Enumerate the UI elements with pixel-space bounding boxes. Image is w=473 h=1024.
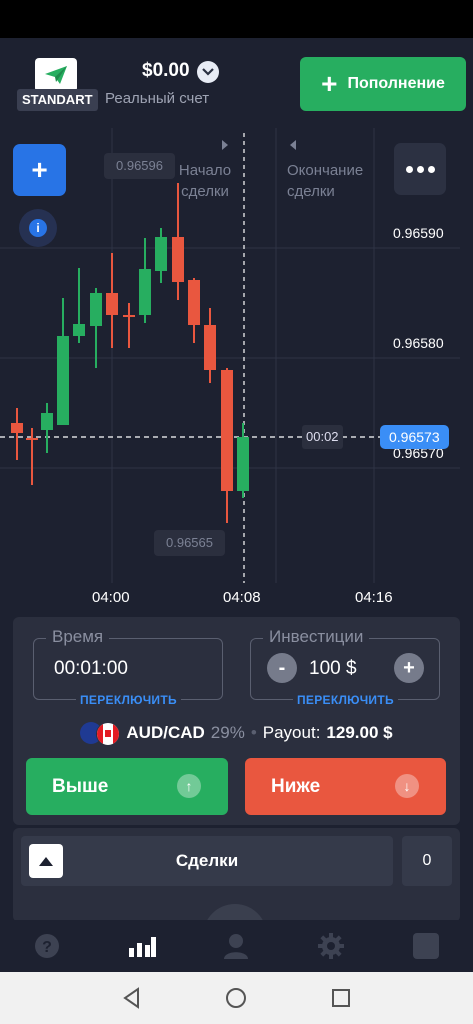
candle-body [90,293,102,326]
trade-start-label: Начало сделки [178,162,232,200]
lower-button[interactable]: Ниже ↓ [245,758,446,815]
candle-body [41,413,53,430]
info-button[interactable]: i [19,209,57,247]
separator-dot: • [250,723,257,742]
app-header: STANDART $0.00 Реальный счет + Пополнени… [0,38,473,128]
system-nav-bar [0,972,473,1024]
bottom-nav: ? [0,920,473,972]
low-price-tag: 0.96565 [154,530,225,556]
price-axis-label: 0.96580 [393,335,444,351]
nav-settings[interactable] [284,920,379,972]
deposit-label: Пополнение [347,75,445,92]
time-value[interactable]: 00:01:00 [54,658,128,680]
recents-icon[interactable] [330,987,352,1009]
increase-button[interactable]: + [394,653,424,683]
price-chart[interactable]: + i Начало сделки Окончание сделки 0.965… [0,128,473,613]
settings-icon [318,933,345,959]
investment-switch-link[interactable]: ПЕРЕКЛЮЧИТЬ [293,693,398,707]
candle-body [106,293,118,315]
payout-label: Payout: [262,723,321,742]
current-price-badge: 0.96573 [380,425,449,449]
help-icon: ? [35,934,60,958]
chart-icon [128,937,156,957]
trade-panel: Время 00:01:00 ПЕРЕКЛЮЧИТЬ Инвестиции - … [13,617,460,825]
balance-value[interactable]: $0.00 [142,60,190,82]
arrow-down-icon: ↓ [395,774,419,798]
more-options-button[interactable] [394,143,446,195]
higher-button[interactable]: Выше ↑ [26,758,228,815]
time-switch-link[interactable]: ПЕРЕКЛЮЧИТЬ [76,693,181,707]
nav-profile[interactable] [189,920,284,972]
nav-square[interactable] [378,920,473,972]
paper-plane-icon [45,66,67,84]
candle-body [172,237,184,282]
candle-body [26,438,38,440]
deals-label: Сделки [175,851,239,870]
square-icon [412,933,439,959]
balance-dropdown-button[interactable] [197,61,219,83]
back-icon[interactable] [121,987,143,1009]
account-type-badge: STANDART [17,89,98,111]
investment-legend: Инвестиции [263,627,370,647]
deals-toggle-button[interactable] [29,844,63,878]
nav-chart[interactable] [95,920,190,972]
add-button[interactable]: + [13,144,66,196]
start-marker-icon [222,140,228,150]
time-legend: Время [46,627,110,647]
asset-name: AUD/CAD [126,723,205,742]
decrease-button[interactable]: - [267,653,297,683]
investment-field[interactable]: Инвестиции - 100 $ + ПЕРЕКЛЮЧИТЬ [250,627,440,707]
deals-bar[interactable]: Сделки [21,836,393,886]
candle-body [155,237,167,271]
candle-body [123,315,135,317]
triangle-up-icon [39,856,53,866]
investment-value[interactable]: 100 $ [309,658,357,680]
higher-label: Выше [52,775,109,797]
candle-body [57,336,69,425]
asset-flags [80,722,121,746]
time-field[interactable]: Время 00:01:00 ПЕРЕКЛЮЧИТЬ [33,627,223,707]
lower-label: Ниже [271,775,321,797]
nav-help[interactable]: ? [0,920,95,972]
payout-value: 129.00 $ [326,723,393,742]
deals-count: 0 [402,836,452,886]
canada-flag-icon [96,722,121,746]
account-name: Реальный счет [105,90,210,107]
time-axis-label: 04:08 [223,589,261,606]
end-marker-icon [290,140,296,150]
deals-panel: Сделки 0 [13,828,460,922]
time-axis-label: 04:16 [355,589,393,606]
info-icon: i [29,219,47,237]
home-icon[interactable] [224,986,248,1010]
plus-icon: + [321,68,338,99]
chevron-down-icon [202,68,214,76]
candle-body [73,324,85,336]
time-axis-label: 04:00 [92,589,130,606]
trade-end-label: Окончание сделки [287,162,364,200]
candle-body [11,423,23,433]
user-icon [224,934,249,959]
candle-body [188,280,200,325]
price-axis-label: 0.96590 [393,225,444,241]
candle-body [237,437,249,491]
countdown-timer: 00:02 [302,425,343,449]
asset-row[interactable]: AUD/CAD 29% • Payout: 129.00 $ [13,719,460,747]
deposit-button[interactable]: + Пополнение [300,57,466,111]
candle-body [204,325,216,370]
candle-body [139,269,151,315]
candle-body [221,370,233,491]
svg-text:?: ? [42,939,52,956]
asset-percent: 29% [210,723,245,742]
arrow-up-icon: ↑ [177,774,201,798]
account-logo[interactable] [35,58,77,92]
high-price-tag: 0.96596 [104,153,175,179]
status-bar [0,0,473,38]
